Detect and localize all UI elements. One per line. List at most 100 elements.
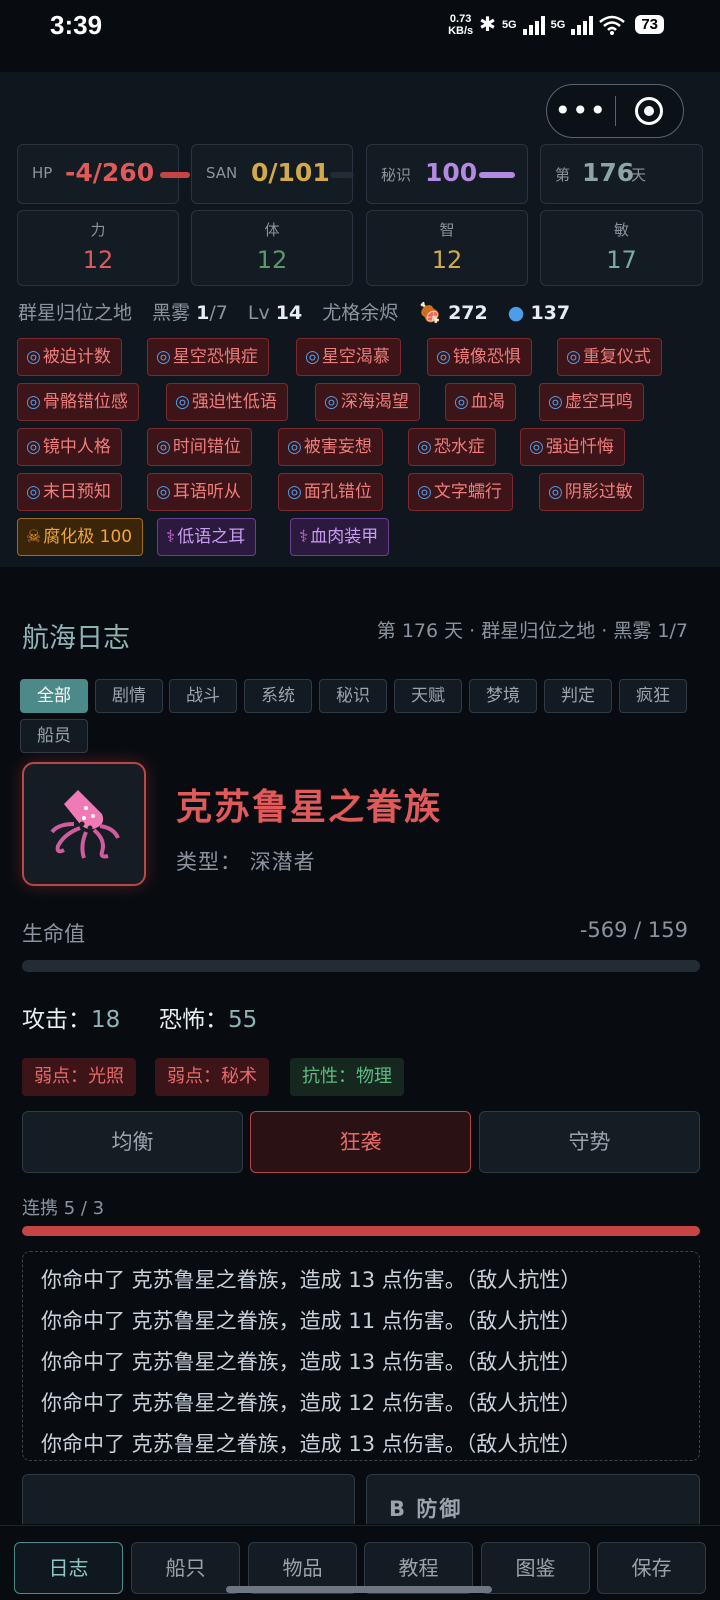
- food-value: 272: [448, 302, 488, 324]
- spiral-icon: ◎: [175, 392, 190, 412]
- tag-label: 恐水症: [433, 437, 485, 457]
- corruption-tag[interactable]: ☠ 腐化极 100: [17, 518, 144, 556]
- squid-icon: [22, 762, 146, 886]
- log-title: 航海日志: [22, 623, 130, 654]
- weakness-badge: 弱点：秘术: [155, 1058, 269, 1096]
- filter-tab[interactable]: 梦境: [469, 679, 537, 713]
- filter-tab[interactable]: 判定: [544, 679, 612, 713]
- tag-label: 被害妄想: [303, 437, 372, 457]
- madness-tag[interactable]: ◎ 面孔错位: [278, 473, 383, 511]
- tag-label: 耳语听从: [172, 482, 241, 502]
- dna-icon: ⚕: [166, 527, 176, 547]
- mutation-tag[interactable]: ⚕ 低语之耳: [157, 518, 257, 556]
- spiral-icon: ◎: [26, 347, 41, 367]
- nav-ship[interactable]: 船只: [131, 1542, 240, 1594]
- location-name: 群星归位之地: [18, 302, 133, 324]
- madness-tag[interactable]: ◎ 星空恐惧症: [147, 338, 269, 376]
- status-icons: 0.73 KB/s ✱ 5G 5G 73: [448, 12, 664, 37]
- madness-tag[interactable]: ◎ 深海渴望: [315, 383, 420, 421]
- madness-tag[interactable]: ◎ 文字蠕行: [408, 473, 513, 511]
- tag-label: 阴影过敏: [564, 482, 633, 502]
- madness-tag[interactable]: ◎ 重复仪式: [557, 338, 662, 376]
- enemy-type: 类型： 深潜者: [176, 846, 316, 876]
- attr-agility: 敏 17: [540, 210, 703, 286]
- stance-assault-button[interactable]: 狂袭: [250, 1111, 471, 1173]
- spiral-icon: ◎: [156, 347, 171, 367]
- tag-label: 文字蠕行: [433, 482, 502, 502]
- nav-save[interactable]: 保存: [597, 1542, 706, 1594]
- nav-codex[interactable]: 图鉴: [481, 1542, 590, 1594]
- skull-icon: ☠: [26, 527, 42, 547]
- fog-max: /7: [209, 302, 228, 324]
- madness-tag[interactable]: ◎ 被害妄想: [278, 428, 383, 466]
- tag-label: 虚空耳鸣: [564, 392, 633, 412]
- spiral-icon: ◎: [566, 347, 581, 367]
- combat-log-line: 你命中了 克苏鲁星之眷族，造成 11 点伤害。（敌人抗性）: [41, 1309, 582, 1333]
- fog-label: 黑雾: [152, 302, 191, 324]
- filter-tab[interactable]: 秘识: [319, 679, 387, 713]
- attr-value: 12: [256, 246, 288, 274]
- dna-icon: ⚕: [299, 527, 309, 547]
- fog-value: 1: [196, 302, 210, 324]
- filter-tab[interactable]: 船员: [20, 719, 88, 753]
- more-dots-icon[interactable]: •••: [547, 97, 615, 125]
- filter-tab[interactable]: 全部: [20, 679, 88, 713]
- player-title: 尤格余烬: [322, 302, 399, 324]
- tag-label: 强迫忏悔: [545, 437, 614, 457]
- tag-label: 时间错位: [172, 437, 241, 457]
- day-value: 176: [582, 158, 635, 187]
- home-indicator[interactable]: [226, 1586, 492, 1593]
- signal-icon-2: [571, 15, 594, 35]
- enemy-hp-value: -569 / 159: [579, 918, 688, 942]
- mutation-tag[interactable]: ⚕ 血肉装甲: [290, 518, 390, 556]
- weakness-badge: 弱点：光照: [22, 1058, 136, 1096]
- attack-value: 18: [91, 1007, 121, 1033]
- san-label: SAN: [206, 164, 238, 182]
- net-speed-value: 0.73: [449, 12, 472, 25]
- madness-tag[interactable]: ◎ 血渴: [445, 383, 516, 421]
- stance-guard-button[interactable]: 守势: [479, 1111, 700, 1173]
- madness-tag[interactable]: ◎ 耳语听从: [147, 473, 252, 511]
- filter-tab[interactable]: 系统: [244, 679, 312, 713]
- combat-log[interactable]: 你命中了 克苏鲁星之眷族，造成 13 点伤害。（敌人抗性） 你命中了 克苏鲁星之…: [22, 1251, 700, 1461]
- spiral-icon: ◎: [529, 437, 544, 457]
- filter-tab[interactable]: 剧情: [95, 679, 163, 713]
- stance-balanced-button[interactable]: 均衡: [22, 1111, 243, 1173]
- madness-tag[interactable]: ◎ 末日预知: [17, 473, 122, 511]
- tag-label: 低语之耳: [177, 527, 246, 547]
- madness-tag[interactable]: ◎ 被迫计数: [17, 338, 122, 376]
- day-prefix: 第: [555, 166, 571, 184]
- arcana-label: 秘识: [381, 166, 412, 184]
- san-value: 0/101: [251, 158, 330, 187]
- level-label: Lv: [247, 302, 270, 324]
- water-drop-icon: ●: [507, 302, 525, 324]
- nav-log[interactable]: 日志: [14, 1542, 123, 1594]
- madness-tag[interactable]: ◎ 虚空耳鸣: [539, 383, 644, 421]
- defend-action-button[interactable]: B 防御: [366, 1474, 700, 1524]
- enemy-type-label: 类型：: [176, 850, 242, 874]
- filter-tab[interactable]: 战斗: [169, 679, 237, 713]
- san-bar: [330, 172, 354, 178]
- filter-tab[interactable]: 天赋: [394, 679, 462, 713]
- madness-tag[interactable]: ◎ 骨骼错位感: [17, 383, 139, 421]
- target-icon[interactable]: [616, 97, 684, 125]
- defend-label: B 防御: [389, 1497, 463, 1521]
- madness-tag[interactable]: ◎ 镜中人格: [17, 428, 122, 466]
- madness-tag[interactable]: ◎ 强迫忏悔: [520, 428, 625, 466]
- spiral-icon: ◎: [417, 482, 432, 502]
- madness-tag[interactable]: ◎ 星空渴慕: [296, 338, 401, 376]
- spiral-icon: ◎: [417, 437, 432, 457]
- tag-label: 被迫计数: [42, 347, 111, 367]
- fear-value: 55: [228, 1007, 258, 1033]
- arcana-value: 100: [425, 158, 478, 187]
- tag-label: 面孔错位: [303, 482, 372, 502]
- madness-tag[interactable]: ◎ 阴影过敏: [539, 473, 644, 511]
- madness-tag[interactable]: ◎ 镜像恐惧: [427, 338, 532, 376]
- filter-tab[interactable]: 疯狂: [619, 679, 687, 713]
- madness-tag[interactable]: ◎ 恐水症: [408, 428, 496, 466]
- madness-tag[interactable]: ◎ 时间错位: [147, 428, 252, 466]
- tag-label: 深海渴望: [340, 392, 409, 412]
- attack-action-button[interactable]: [22, 1474, 355, 1524]
- madness-tag[interactable]: ◎ 强迫性低语: [166, 383, 288, 421]
- hp-bar: [160, 172, 190, 178]
